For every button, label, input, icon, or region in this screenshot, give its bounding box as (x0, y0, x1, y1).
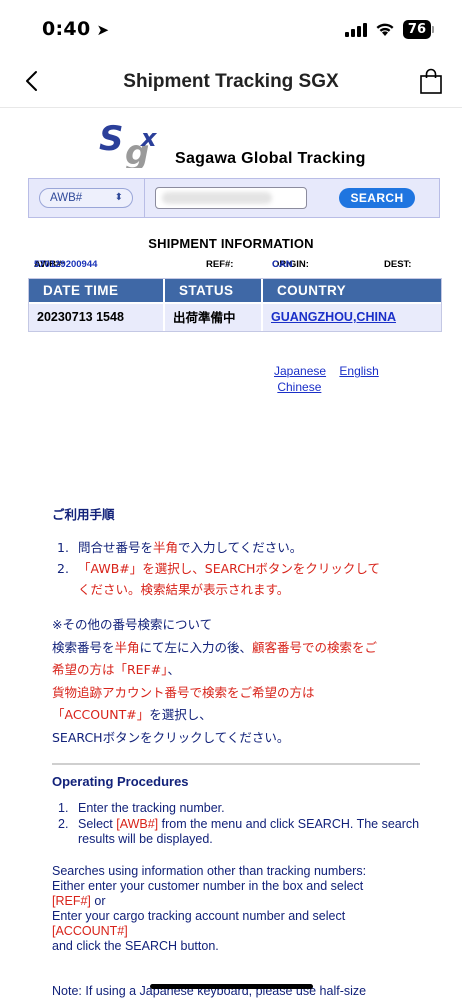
search-button[interactable]: SEARCH (339, 188, 415, 208)
cell-datetime: 20230713 1548 (29, 304, 165, 331)
origin-value: CAN (272, 259, 293, 270)
awb-value: 570129200944 (34, 259, 98, 270)
table-row: 20230713 1548 出荷準備中 GUANGZHOU,CHINA (29, 302, 441, 331)
shipment-table: DATE TIME STATUS COUNTRY 20230713 1548 出… (28, 278, 442, 332)
shipment-meta: AWB#: 570129200944 REF#: ORIGIN: CAN DEST: (34, 259, 412, 270)
column-header-datetime: DATE TIME (29, 279, 165, 302)
cell-country: GUANGZHOU,CHINA (263, 304, 441, 331)
redacted-input-text (162, 192, 272, 204)
en-other-search-note: Searches using information other than tr… (52, 863, 367, 953)
search-type-value: AWB# (50, 192, 83, 204)
cell-status: 出荷準備中 (165, 304, 263, 331)
jp-steps-list: 1. 問合せ番号を半角で入力してください。 2. 「AWB#」を選択し、SEAR… (52, 537, 432, 600)
en-steps-list: 1. Enter the tracking number. 2. Select … (52, 801, 424, 848)
jp-instructions-heading: ご利用手順 (52, 507, 115, 522)
tracking-number-input[interactable] (155, 187, 307, 209)
shipment-info-title: SHIPMENT INFORMATION (148, 236, 314, 251)
up-down-chevron-icon: ⬍ (114, 192, 123, 203)
language-link-chinese[interactable]: Chinese (277, 380, 321, 394)
table-header-row: DATE TIME STATUS COUNTRY (29, 279, 441, 302)
search-panel: AWB# ⬍ SEARCH (28, 178, 440, 218)
en-instructions: Operating Procedures 1. Enter the tracki… (52, 774, 424, 954)
svg-text:S: S (99, 119, 124, 159)
language-links: Japanese English Chinese (274, 363, 434, 395)
list-item: 1. Enter the tracking number. (58, 801, 225, 815)
jp-other-search-note: ※その他の番号検索について 検索番号を半角にて左に入力の後、顧客番号での検索をご… (52, 617, 378, 745)
battery-icon: 76 (402, 20, 434, 39)
search-type-select[interactable]: AWB# ⬍ (39, 188, 133, 208)
language-link-english[interactable]: English (339, 364, 378, 378)
page-title: Shipment Tracking SGX (123, 71, 339, 92)
list-item: 2. Select [AWB#] from the menu and click… (58, 816, 420, 847)
clock: 0:40 (42, 18, 91, 40)
wifi-icon (376, 23, 394, 36)
dest-label: DEST: (384, 259, 412, 270)
column-header-status: STATUS (165, 279, 263, 302)
status-bar: 0:40 ➤ 76 (0, 0, 462, 58)
ref-label: REF#: (206, 259, 234, 270)
search-type-cell: AWB# ⬍ (29, 179, 145, 217)
section-divider (52, 763, 420, 765)
search-input-cell: SEARCH (145, 179, 439, 217)
jp-instructions: ご利用手順 1. 問合せ番号を半角で入力してください。 2. 「AWB#」を選択… (52, 504, 432, 749)
en-instructions-heading: Operating Procedures (52, 774, 189, 789)
country-link[interactable]: GUANGZHOU,CHINA (271, 310, 396, 324)
home-indicator[interactable] (150, 984, 313, 989)
list-item: 2. 「AWB#」を選択し、SEARCHボタンをクリックして ください。検索結果が… (57, 561, 380, 597)
language-link-japanese[interactable]: Japanese (274, 364, 326, 378)
sagawa-logo: S g x Sagawa Global Tracking (97, 118, 397, 170)
status-icons: 76 (344, 20, 434, 39)
column-header-country: COUNTRY (277, 283, 347, 298)
navigation-bar: Shipment Tracking SGX (0, 58, 462, 108)
battery-level: 76 (402, 20, 431, 39)
location-arrow-icon: ➤ (96, 21, 110, 39)
cellular-signal-icon (344, 22, 367, 37)
status-time: 0:40 ➤ (42, 18, 109, 40)
logo-text: Sagawa Global Tracking (175, 150, 366, 167)
list-item: 1. 問合せ番号を半角で入力してください。 (57, 540, 303, 555)
bag-icon[interactable] (418, 67, 444, 95)
svg-text:x: x (140, 124, 158, 152)
sgx-logo-icon: S g x (99, 119, 158, 168)
